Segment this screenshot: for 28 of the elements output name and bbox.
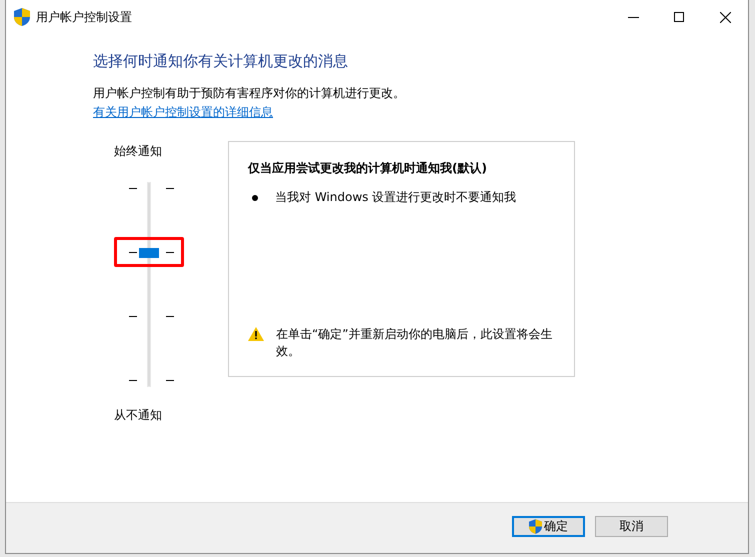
tick-mark bbox=[129, 380, 137, 381]
slider-bottom-label: 从不通知 bbox=[114, 407, 162, 424]
bullet-icon bbox=[252, 194, 258, 200]
panel-title: 仅当应用尝试更改我的计算机时通知我(默认) bbox=[248, 160, 488, 177]
shield-icon bbox=[14, 8, 30, 26]
tick-mark bbox=[129, 188, 137, 189]
shield-icon bbox=[529, 518, 542, 534]
bullet-text: 当我对 Windows 设置进行更改时不要通知我 bbox=[275, 189, 516, 206]
page-heading: 选择何时通知你有关计算机更改的消息 bbox=[93, 52, 349, 71]
warning-text: 在单击“确定”并重新启动你的电脑后，此设置将会生效。 bbox=[276, 326, 554, 360]
tick-mark bbox=[129, 252, 137, 253]
tick-mark bbox=[166, 188, 174, 189]
cancel-button[interactable]: 取消 bbox=[595, 516, 668, 536]
close-icon bbox=[720, 12, 730, 22]
tick-mark bbox=[166, 380, 174, 381]
slider-thumb[interactable] bbox=[139, 248, 159, 258]
ok-button[interactable]: 确定 bbox=[512, 516, 585, 536]
warning-icon bbox=[248, 327, 264, 341]
minimize-icon bbox=[628, 16, 638, 18]
tick-mark bbox=[166, 316, 174, 317]
tick-mark bbox=[166, 252, 174, 253]
slider-track[interactable] bbox=[147, 182, 151, 387]
maximize-icon bbox=[674, 12, 684, 22]
window-title: 用户帐户控制设置 bbox=[36, 8, 132, 26]
description-text: 用户帐户控制有助于预防有害程序对你的计算机进行更改。 bbox=[93, 85, 406, 102]
tick-mark bbox=[129, 316, 137, 317]
slider-top-label: 始终通知 bbox=[114, 143, 162, 160]
details-link[interactable]: 有关用户帐户控制设置的详细信息 bbox=[93, 104, 273, 121]
